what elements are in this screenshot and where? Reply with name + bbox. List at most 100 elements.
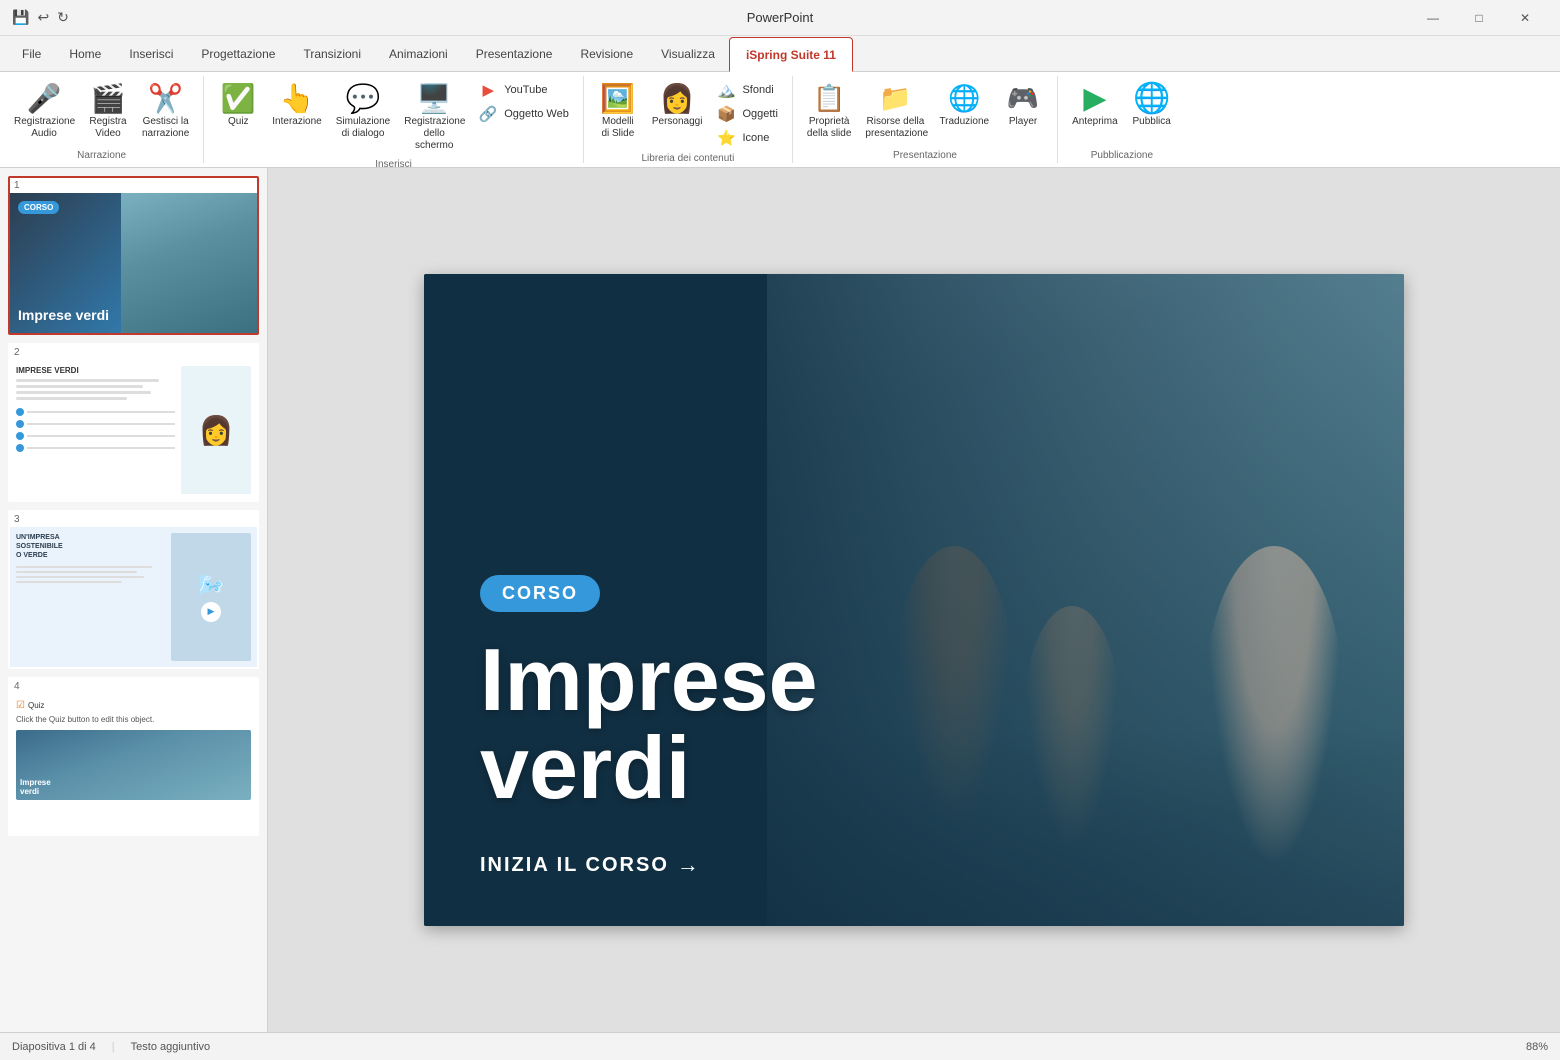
ribbon-group-presentazione: 📋 Proprietà della slide 📁 Risorse della …: [793, 76, 1058, 163]
interazione-button[interactable]: 👆 Interazione: [266, 78, 327, 132]
quiz-icon: ✅: [222, 82, 254, 114]
tab-inserisci[interactable]: Inserisci: [115, 36, 187, 71]
slide1-badge: CORSO: [18, 201, 59, 214]
youtube-icon: ▶: [478, 81, 498, 99]
sfondi-button[interactable]: 🏔️ Sfondi: [710, 78, 783, 102]
slide-panel: 1 CORSO Imprese verdi 2 IMPRESE VERDI: [0, 168, 268, 1032]
video-label: Registra Video: [89, 116, 126, 140]
slide-3-preview: UN'IMPRESASOSTENIBILEO VERDE 🌬️ ▶: [10, 527, 257, 667]
anteprima-button[interactable]: ▶ Anteprima: [1066, 78, 1124, 132]
quiz-label: Quiz: [228, 116, 249, 128]
redo-icon[interactable]: ↻: [57, 9, 69, 26]
player-label: Player: [1009, 116, 1037, 128]
sfondi-label: Sfondi: [742, 84, 773, 96]
pubblica-icon: 🌐: [1136, 82, 1168, 114]
gestisci-button[interactable]: ✂️ Gestisci la narrazione: [136, 78, 195, 144]
video-icon: 🎬: [92, 82, 124, 114]
proprieta-button[interactable]: 📋 Proprietà della slide: [801, 78, 857, 144]
save-icon[interactable]: 💾: [12, 9, 29, 26]
window-controls[interactable]: — □ ✕: [1410, 0, 1548, 36]
status-divider: |: [112, 1041, 115, 1053]
cta-arrow: →: [677, 852, 701, 878]
slide-thumb-3[interactable]: 3 UN'IMPRESASOSTENIBILEO VERDE: [8, 510, 259, 669]
quiz-badge-label: Quiz: [28, 701, 44, 710]
cta-text: INIZIA IL CORSO: [480, 854, 669, 877]
risorse-button[interactable]: 📁 Risorse della presentazione: [859, 78, 931, 144]
slide-thumb-1[interactable]: 1 CORSO Imprese verdi: [8, 176, 259, 335]
player-icon: 🎮: [1007, 82, 1039, 114]
slide-cta: INIZIA IL CORSO →: [480, 852, 1348, 878]
slide-2-preview: IMPRESE VERDI: [10, 360, 257, 500]
registrazione-audio-button[interactable]: 🎤 Registrazione Audio: [8, 78, 80, 144]
risorse-icon: 📁: [879, 82, 911, 114]
tab-visualizza[interactable]: Visualizza: [647, 36, 729, 71]
presentazione-group-label: Presentazione: [801, 147, 1049, 161]
pubblica-button[interactable]: 🌐 Pubblica: [1126, 78, 1178, 132]
player-button[interactable]: 🎮 Player: [997, 78, 1049, 132]
oggetto-label: Oggetto Web: [504, 108, 569, 120]
modelli-icon: 🖼️: [602, 82, 634, 114]
pres-buttons: 📋 Proprietà della slide 📁 Risorse della …: [801, 78, 1049, 147]
tab-animazioni[interactable]: Animazioni: [375, 36, 462, 71]
content-stack: 🏔️ Sfondi 📦 Oggetti ⭐ Icone: [710, 78, 783, 150]
quiz-button[interactable]: ✅ Quiz: [212, 78, 264, 132]
icone-button[interactable]: ⭐ Icone: [710, 126, 783, 150]
traduzione-icon: 🌐: [948, 82, 980, 114]
slide-info: Diapositiva 1 di 4: [12, 1041, 96, 1053]
maximize-button[interactable]: □: [1456, 0, 1502, 36]
slide-1-preview: CORSO Imprese verdi: [10, 193, 257, 333]
slide-content: CORSO Impreseverdi INIZIA IL CORSO →: [424, 274, 1404, 926]
app-title: PowerPoint: [747, 10, 813, 25]
traduzione-button[interactable]: 🌐 Traduzione: [933, 78, 995, 132]
proprieta-label: Proprietà della slide: [807, 116, 851, 140]
libreria-buttons: 🖼️ Modelli di Slide 👩 Personaggi 🏔️ Sfon…: [592, 78, 784, 150]
simulazione-button[interactable]: 💬 Simulazione di dialogo: [330, 78, 396, 144]
oggetti-button[interactable]: 📦 Oggetti: [710, 102, 783, 126]
close-button[interactable]: ✕: [1502, 0, 1548, 36]
slide-thumb-2[interactable]: 2 IMPRESE VERDI: [8, 343, 259, 502]
youtube-label: YouTube: [504, 84, 547, 96]
personaggi-button[interactable]: 👩 Personaggi: [646, 78, 709, 132]
interazione-label: Interazione: [272, 116, 321, 128]
status-bar: Diapositiva 1 di 4 | Testo aggiuntivo 88…: [0, 1032, 1560, 1060]
slide-thumb-4[interactable]: 4 ☑ Quiz Click the Quiz button to edit t…: [8, 677, 259, 836]
undo-icon[interactable]: ↩: [37, 9, 49, 26]
ribbon-group-inserisci: ✅ Quiz 👆 Interazione 💬 Simulazione di di…: [204, 76, 584, 163]
web-stack: ▶ YouTube 🔗 Oggetto Web: [472, 78, 575, 126]
oggetto-web-button[interactable]: 🔗 Oggetto Web: [472, 102, 575, 126]
audio-icon: 🎤: [28, 82, 60, 114]
personaggi-icon: 👩: [661, 82, 693, 114]
tab-ispring[interactable]: iSpring Suite 11: [729, 37, 853, 72]
oggetti-icon: 📦: [716, 105, 736, 123]
registrazione-schermo-button[interactable]: 🖥️ Registrazione dello schermo: [398, 78, 470, 156]
anteprima-icon: ▶: [1079, 82, 1111, 114]
minimize-button[interactable]: —: [1410, 0, 1456, 36]
tab-presentazione[interactable]: Presentazione: [462, 36, 567, 71]
slide-canvas: CORSO Impreseverdi INIZIA IL CORSO →: [424, 274, 1404, 926]
tab-home[interactable]: Home: [55, 36, 115, 71]
oggetto-icon: 🔗: [478, 105, 498, 123]
proprieta-icon: 📋: [813, 82, 845, 114]
schermo-label: Registrazione dello schermo: [404, 116, 464, 152]
tab-file[interactable]: File: [8, 36, 55, 71]
registra-video-button[interactable]: 🎬 Registra Video: [82, 78, 134, 144]
tab-revisione[interactable]: Revisione: [566, 36, 647, 71]
traduzione-label: Traduzione: [939, 116, 989, 128]
gestisci-icon: ✂️: [150, 82, 182, 114]
modelli-button[interactable]: 🖼️ Modelli di Slide: [592, 78, 644, 144]
main-canvas[interactable]: CORSO Impreseverdi INIZIA IL CORSO →: [268, 168, 1560, 1032]
zoom-level: 88%: [1526, 1041, 1548, 1053]
youtube-button[interactable]: ▶ YouTube: [472, 78, 575, 102]
video-play-icon: ▶: [201, 602, 221, 622]
narrazione-label: Narrazione: [8, 147, 195, 161]
quick-access[interactable]: 💾 ↩ ↻: [12, 9, 69, 26]
risorse-label: Risorse della presentazione: [865, 116, 925, 140]
ribbon-tabs: File Home Inserisci Progettazione Transi…: [0, 36, 1560, 72]
icone-icon: ⭐: [716, 129, 736, 147]
slide2-title-text: IMPRESE VERDI: [16, 366, 175, 375]
title-bar: 💾 ↩ ↻ PowerPoint — □ ✕: [0, 0, 1560, 36]
personaggi-label: Personaggi: [652, 116, 703, 128]
tab-progettazione[interactable]: Progettazione: [187, 36, 289, 71]
view-controls[interactable]: 88%: [1526, 1041, 1548, 1053]
tab-transizioni[interactable]: Transizioni: [289, 36, 375, 71]
